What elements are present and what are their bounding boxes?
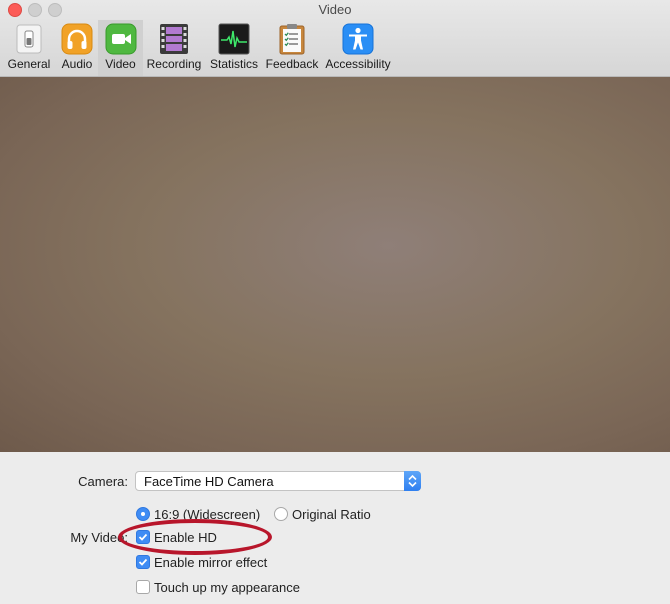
clipboard-icon xyxy=(276,23,308,55)
tab-statistics-label: Statistics xyxy=(209,57,258,71)
tab-audio-label: Audio xyxy=(61,57,93,71)
tab-video[interactable]: Video xyxy=(98,20,143,76)
tab-general[interactable]: General xyxy=(4,20,54,76)
ratio-original-radio[interactable] xyxy=(274,507,288,521)
video-settings-panel: Camera: FaceTime HD Camera 16:9 (Widescr… xyxy=(0,452,670,604)
checkmark-icon xyxy=(138,533,148,541)
headphones-icon xyxy=(61,23,93,55)
ratio-original-label: Original Ratio xyxy=(292,507,371,522)
video-camera-icon xyxy=(105,23,137,55)
tab-audio[interactable]: Audio xyxy=(58,20,96,76)
enable-hd-checkbox[interactable] xyxy=(136,530,150,544)
preferences-window: Video General Audio Video Recording Stat… xyxy=(0,0,670,604)
tab-general-label: General xyxy=(7,57,51,71)
chevron-up-down-icon xyxy=(404,471,421,491)
mirror-effect-label: Enable mirror effect xyxy=(154,555,268,570)
tab-recording[interactable]: Recording xyxy=(145,20,203,76)
tab-feedback-label: Feedback xyxy=(265,57,319,71)
window-title: Video xyxy=(318,2,352,17)
camera-preview xyxy=(0,77,670,452)
checkmark-icon xyxy=(138,558,148,566)
camera-label: Camera: xyxy=(78,474,128,489)
tab-video-label: Video xyxy=(105,57,136,71)
ratio-widescreen-radio[interactable] xyxy=(136,507,150,521)
touch-up-checkbox[interactable] xyxy=(136,580,150,594)
preferences-toolbar: General Audio Video Recording Statistics… xyxy=(0,20,670,76)
mirror-effect-checkbox[interactable] xyxy=(136,555,150,569)
touch-up-label: Touch up my appearance xyxy=(154,580,300,595)
camera-select-value: FaceTime HD Camera xyxy=(144,474,274,489)
camera-select[interactable]: FaceTime HD Camera xyxy=(135,471,421,491)
enable-hd-label: Enable HD xyxy=(154,530,217,545)
tab-accessibility[interactable]: Accessibility xyxy=(322,20,394,76)
ratio-widescreen-label: 16:9 (Widescreen) xyxy=(154,507,261,522)
tab-feedback[interactable]: Feedback xyxy=(264,20,320,76)
film-strip-icon xyxy=(158,23,190,55)
tab-statistics[interactable]: Statistics xyxy=(206,20,262,76)
tab-recording-label: Recording xyxy=(146,57,202,71)
waveform-icon xyxy=(218,23,250,55)
tab-accessibility-label: Accessibility xyxy=(325,57,391,71)
general-switch-icon xyxy=(13,23,45,55)
my-video-label: My Video: xyxy=(70,530,128,545)
title-bar: Video General Audio Video Recording Stat… xyxy=(0,0,670,77)
accessibility-icon xyxy=(342,23,374,55)
